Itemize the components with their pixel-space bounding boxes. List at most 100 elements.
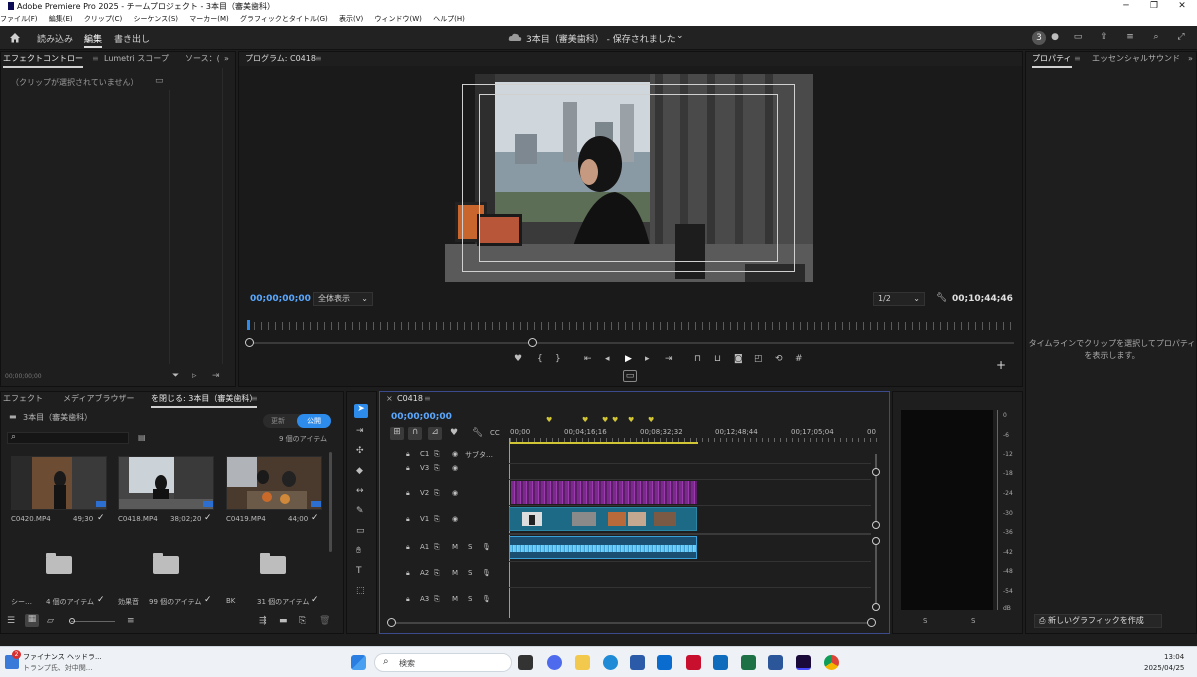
eye-icon[interactable]: ◉ bbox=[452, 515, 458, 523]
collaborators-badge[interactable]: 3 bbox=[1032, 31, 1046, 45]
zoom-handle-left[interactable] bbox=[245, 338, 254, 347]
slider-handle[interactable] bbox=[69, 618, 75, 624]
scroll-handle[interactable] bbox=[872, 521, 880, 529]
marker-icon[interactable]: ♥ bbox=[648, 416, 654, 424]
tab-export[interactable]: 書き出し bbox=[114, 32, 150, 45]
copilot-icon[interactable] bbox=[547, 655, 562, 670]
menu-window[interactable]: ウィンドウ(W) bbox=[374, 15, 421, 23]
zoom-scrollbar-track[interactable] bbox=[249, 342, 1014, 344]
share-icon[interactable]: ⇪ bbox=[1098, 32, 1110, 42]
mark-in-icon[interactable]: { bbox=[537, 354, 543, 364]
home-icon[interactable] bbox=[9, 32, 21, 43]
chrome-icon[interactable] bbox=[824, 655, 839, 670]
auto-caption-tool-icon[interactable]: ⬚ bbox=[356, 586, 365, 596]
scroll-handle[interactable] bbox=[872, 603, 880, 611]
export-frame-icon[interactable]: ⇥ bbox=[212, 371, 220, 381]
word-icon[interactable] bbox=[768, 655, 783, 670]
delete-icon[interactable]: 🗑︎ bbox=[319, 616, 330, 626]
play-audio-icon[interactable]: ▹ bbox=[192, 371, 197, 381]
a1-audio-clip[interactable] bbox=[509, 536, 697, 559]
marker-icon[interactable]: ♥ bbox=[546, 416, 552, 424]
meter-channel-solo[interactable]: S bbox=[923, 617, 927, 625]
linked-selection-icon[interactable]: ⊿ bbox=[428, 427, 442, 440]
panel-layout-icon[interactable]: ▭ bbox=[155, 76, 164, 86]
tab-essential-sound[interactable]: エッセンシャルサウンド bbox=[1092, 52, 1180, 66]
timeline-timecode[interactable]: 00;00;00;00 bbox=[391, 412, 452, 422]
work-area-bar[interactable] bbox=[510, 442, 698, 444]
camera-icon[interactable]: ◙ bbox=[734, 354, 743, 364]
clip-name[interactable]: C0420.MP4 bbox=[11, 515, 51, 523]
project-scrollbar[interactable] bbox=[329, 452, 332, 552]
meter-channel-solo[interactable]: S bbox=[971, 617, 975, 625]
lock-icon[interactable]: 🔒︎ bbox=[406, 515, 410, 524]
bin-folder-icon[interactable] bbox=[153, 553, 179, 574]
tab-import[interactable]: 読み込み bbox=[37, 32, 73, 45]
project-search-input[interactable]: ⌕ bbox=[7, 432, 129, 444]
safe-margins-toggle-icon[interactable]: ▭ bbox=[623, 370, 637, 382]
v2-clip[interactable] bbox=[511, 481, 697, 504]
program-video-frame[interactable] bbox=[445, 74, 813, 282]
comparison-view-icon[interactable]: ◰ bbox=[754, 354, 763, 364]
solo-button[interactable]: S bbox=[468, 595, 472, 603]
bin-folder-icon[interactable] bbox=[46, 553, 72, 574]
new-graphic-button[interactable]: ⎙ 新しいグラフィックを作成 bbox=[1034, 614, 1162, 628]
tab-properties[interactable]: プロパティ bbox=[1032, 52, 1072, 68]
sync-icon[interactable]: ⎘ bbox=[434, 450, 440, 459]
eye-icon[interactable]: ◉ bbox=[452, 489, 458, 497]
panel-overflow-icon[interactable]: » bbox=[224, 52, 229, 66]
add-button-icon[interactable]: + bbox=[996, 359, 1006, 371]
automate-icon[interactable]: ⇶ bbox=[259, 616, 267, 626]
taskbar-search[interactable]: ⌕ 検索 bbox=[374, 653, 512, 672]
scroll-handle[interactable] bbox=[387, 618, 396, 627]
new-bin-icon[interactable]: ▤ bbox=[138, 433, 146, 442]
workspace-menu-icon[interactable]: ≡ bbox=[1124, 32, 1136, 42]
menu-view[interactable]: 表示(V) bbox=[339, 15, 363, 23]
menu-marker[interactable]: マーカー(M) bbox=[189, 15, 229, 23]
dell-icon[interactable] bbox=[657, 655, 672, 670]
sync-icon[interactable]: ⎘ bbox=[434, 515, 440, 524]
tab-media-browser[interactable]: メディアブラウザー bbox=[63, 392, 134, 406]
minimize-button[interactable]: ─ bbox=[1112, 0, 1140, 13]
marker-icon[interactable]: ♥ bbox=[602, 416, 608, 424]
mute-button[interactable]: M bbox=[452, 569, 458, 577]
lock-icon[interactable]: 🔒︎ bbox=[406, 543, 410, 552]
thumbnail-size-slider[interactable] bbox=[71, 621, 115, 622]
program-timecode[interactable]: 00;00;00;00 bbox=[250, 294, 311, 304]
go-to-in-icon[interactable]: ⇤ bbox=[584, 354, 592, 364]
playhead-marker[interactable] bbox=[247, 320, 250, 330]
nest-icon[interactable]: ⊞ bbox=[390, 427, 404, 440]
toggle-update[interactable]: 更新 bbox=[271, 416, 285, 426]
vr-icon[interactable]: ⟲ bbox=[775, 354, 783, 364]
bin-name[interactable]: シー… bbox=[11, 597, 32, 607]
zoom-handle-right[interactable] bbox=[528, 338, 537, 347]
clip-thumbnail-c0419[interactable] bbox=[226, 456, 322, 510]
add-marker-icon[interactable]: ♥ bbox=[514, 354, 522, 364]
scroll-handle[interactable] bbox=[872, 468, 880, 476]
marker-icon[interactable]: ♥ bbox=[582, 416, 588, 424]
new-item-icon[interactable]: ⎘ bbox=[299, 616, 306, 626]
lock-icon[interactable]: 🔒︎ bbox=[406, 569, 410, 578]
premiere-pro-icon[interactable] bbox=[796, 655, 811, 670]
tab-lumetri-scopes[interactable]: Lumetri スコープ bbox=[104, 52, 169, 66]
new-folder-icon[interactable]: ▬ bbox=[279, 616, 288, 626]
panel-overflow-icon[interactable]: » bbox=[1188, 52, 1193, 66]
lock-icon[interactable]: 🔒︎ bbox=[406, 464, 410, 473]
list-view-icon[interactable]: ☰ bbox=[7, 616, 15, 626]
user-icon[interactable]: ● bbox=[1049, 32, 1061, 42]
menu-file[interactable]: ファイル(F) bbox=[0, 15, 38, 23]
grid-icon[interactable]: # bbox=[795, 354, 803, 364]
pen-tool-icon[interactable]: ✎ bbox=[356, 506, 364, 516]
lift-icon[interactable]: ⊓ bbox=[694, 354, 701, 364]
mute-button[interactable]: M bbox=[452, 595, 458, 603]
microphone-icon[interactable]: 🎙︎ bbox=[482, 569, 491, 577]
razor-tool-icon[interactable]: ◆ bbox=[356, 466, 363, 476]
menu-graphics[interactable]: グラフィックとタイトル(G) bbox=[240, 15, 328, 23]
eye-icon[interactable]: ◉ bbox=[452, 464, 458, 472]
tab-effect-controls[interactable]: エフェクトコントロー bbox=[3, 52, 83, 68]
close-button[interactable]: ✕ bbox=[1168, 0, 1196, 13]
excel-icon[interactable] bbox=[741, 655, 756, 670]
extract-icon[interactable]: ⊔ bbox=[714, 354, 721, 364]
captions-icon[interactable]: CC bbox=[490, 428, 500, 438]
panel-icon[interactable]: ▭ bbox=[1072, 32, 1084, 42]
ripple-edit-tool-icon[interactable]: ✣ bbox=[356, 446, 364, 456]
